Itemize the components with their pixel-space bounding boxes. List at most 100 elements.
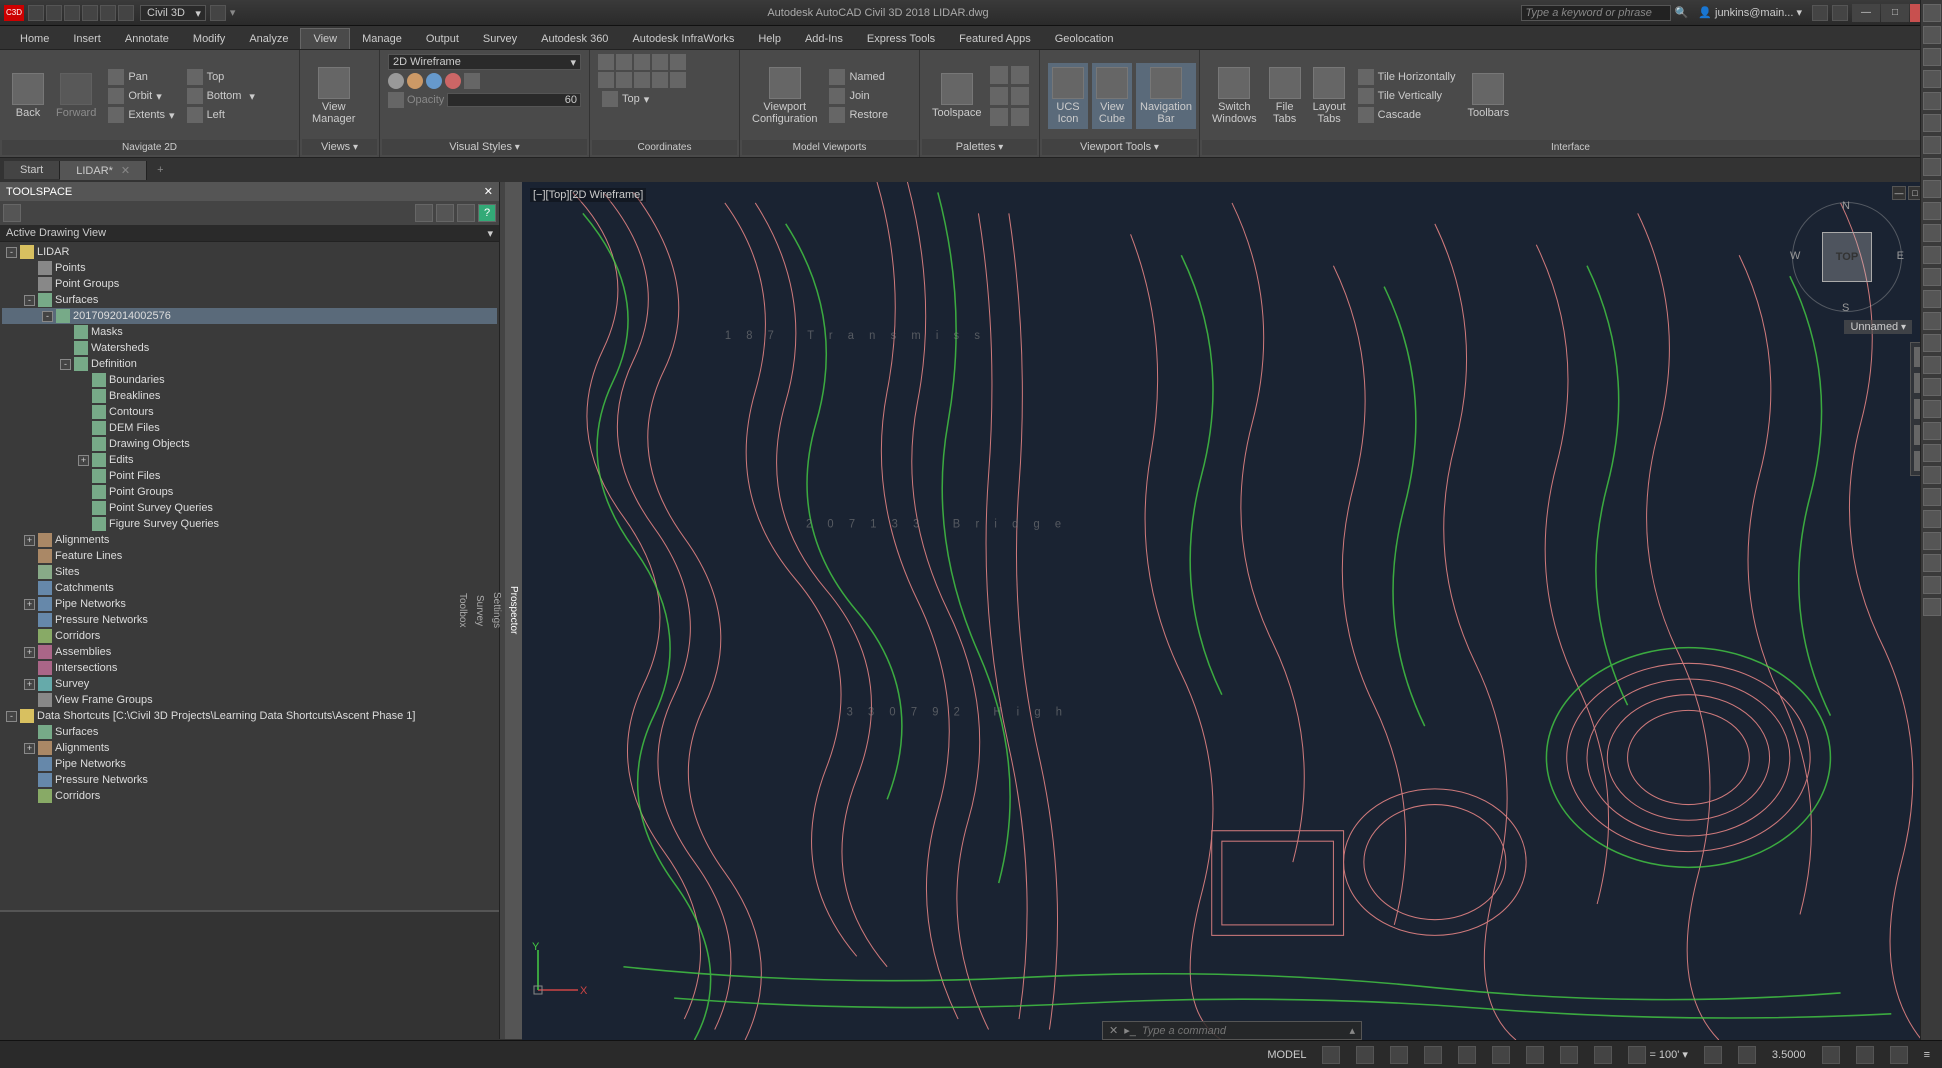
- navbar-button[interactable]: Navigation Bar: [1136, 63, 1196, 129]
- collapse-icon[interactable]: -: [6, 247, 17, 258]
- toolbars-button[interactable]: Toolbars: [1464, 69, 1514, 123]
- ribbon-tab-manage[interactable]: Manage: [350, 29, 414, 49]
- viewcube-menu[interactable]: Unnamed ▾: [1844, 320, 1912, 334]
- expand-icon[interactable]: +: [24, 743, 35, 754]
- ribbon-tab-express-tools[interactable]: Express Tools: [855, 29, 947, 49]
- view-manager-button[interactable]: View Manager: [308, 63, 359, 129]
- help-search-input[interactable]: Type a keyword or phrase: [1521, 5, 1671, 21]
- right-tool-icon-14[interactable]: [1923, 312, 1941, 330]
- workspace-dropdown[interactable]: Civil 3D: [140, 5, 206, 21]
- tree-node[interactable]: Drawing Objects: [2, 436, 497, 452]
- ucs-icon-3[interactable]: [634, 54, 650, 70]
- tree-node[interactable]: +Edits: [2, 452, 497, 468]
- tree-node[interactable]: Point Groups: [2, 276, 497, 292]
- status-scale[interactable]: = 100' ▾: [1624, 1046, 1691, 1064]
- viewport-config-button[interactable]: Viewport Configuration: [748, 63, 821, 129]
- status-menu-icon[interactable]: ≡: [1920, 1049, 1934, 1061]
- right-tool-icon-0[interactable]: [1923, 4, 1941, 22]
- palette-icon-1[interactable]: [990, 66, 1008, 84]
- palette-icon-5[interactable]: [990, 108, 1008, 126]
- tree-node[interactable]: Masks: [2, 324, 497, 340]
- right-tool-icon-5[interactable]: [1923, 114, 1941, 132]
- cmd-close-icon[interactable]: ✕: [1109, 1024, 1118, 1037]
- ribbon-tab-analyze[interactable]: Analyze: [237, 29, 300, 49]
- tree-node[interactable]: Sites: [2, 564, 497, 580]
- otrack-icon[interactable]: [1526, 1046, 1544, 1064]
- toolspace-tab-settings[interactable]: Settings: [488, 182, 505, 1040]
- opacity-icon[interactable]: [388, 92, 404, 108]
- ribbon-tab-modify[interactable]: Modify: [181, 29, 237, 49]
- viewport-label[interactable]: [−][Top][2D Wireframe]: [530, 188, 646, 202]
- status-model[interactable]: MODEL: [1263, 1049, 1310, 1061]
- exchange-icon[interactable]: [1812, 5, 1828, 21]
- collapse-icon[interactable]: -: [24, 295, 35, 306]
- tree-node[interactable]: Point Survey Queries: [2, 500, 497, 516]
- ribbon-tab-insert[interactable]: Insert: [61, 29, 113, 49]
- ucs-icon-6[interactable]: [598, 72, 614, 88]
- ribbon-tab-home[interactable]: Home: [8, 29, 61, 49]
- tree-node[interactable]: +Pipe Networks: [2, 596, 497, 612]
- qat-print-icon[interactable]: [118, 5, 134, 21]
- ribbon-tab-survey[interactable]: Survey: [471, 29, 529, 49]
- right-tool-icon-18[interactable]: [1923, 400, 1941, 418]
- app-logo[interactable]: C3D: [4, 5, 24, 21]
- tree-node[interactable]: +Assemblies: [2, 644, 497, 660]
- right-tool-icon-11[interactable]: [1923, 246, 1941, 264]
- clean-icon[interactable]: [1890, 1046, 1908, 1064]
- toolspace-tab-survey[interactable]: Survey: [471, 182, 488, 1040]
- swatch1-icon[interactable]: [388, 73, 404, 89]
- ucs-icon-4[interactable]: [652, 54, 668, 70]
- transparency-icon[interactable]: [1594, 1046, 1612, 1064]
- ortho-icon[interactable]: [1390, 1046, 1408, 1064]
- qat-undo-icon[interactable]: [82, 5, 98, 21]
- tree-node[interactable]: Surfaces: [2, 724, 497, 740]
- tree-node[interactable]: +Survey: [2, 676, 497, 692]
- compass-s[interactable]: S: [1842, 302, 1849, 314]
- cascade-button[interactable]: Cascade: [1354, 106, 1460, 124]
- qat-redo-icon[interactable]: [100, 5, 116, 21]
- right-tool-icon-16[interactable]: [1923, 356, 1941, 374]
- cmd-recent-icon[interactable]: ▴: [1349, 1024, 1355, 1037]
- command-line[interactable]: ✕ ▸_ ▴: [1102, 1021, 1362, 1040]
- compass-n[interactable]: N: [1842, 200, 1850, 212]
- swatch4-icon[interactable]: [445, 73, 461, 89]
- ucs-icon-8[interactable]: [634, 72, 650, 88]
- status-coord[interactable]: 3.5000: [1768, 1049, 1810, 1061]
- pan-button[interactable]: Pan: [104, 68, 178, 86]
- palette-icon-3[interactable]: [990, 87, 1008, 105]
- tile-vert-button[interactable]: Tile Vertically: [1354, 87, 1460, 105]
- right-tool-icon-22[interactable]: [1923, 488, 1941, 506]
- orbit-button[interactable]: Orbit ▾: [104, 87, 178, 105]
- command-input[interactable]: [1142, 1025, 1344, 1037]
- tile-horiz-button[interactable]: Tile Horizontally: [1354, 68, 1460, 86]
- right-tool-icon-26[interactable]: [1923, 576, 1941, 594]
- expand-icon[interactable]: +: [78, 455, 89, 466]
- ribbon-tab-add-ins[interactable]: Add-Ins: [793, 29, 855, 49]
- right-tool-icon-3[interactable]: [1923, 70, 1941, 88]
- toolspace-button[interactable]: Toolspace: [928, 69, 986, 123]
- qat-save-icon[interactable]: [64, 5, 80, 21]
- search-icon[interactable]: 🔍: [1675, 6, 1689, 19]
- tree-node[interactable]: Figure Survey Queries: [2, 516, 497, 532]
- workspace-icon[interactable]: [1738, 1046, 1756, 1064]
- file-tab[interactable]: Start: [4, 161, 60, 179]
- ts-tool-icon-2[interactable]: [415, 204, 433, 222]
- polar-icon[interactable]: [1424, 1046, 1442, 1064]
- tree-node[interactable]: -Data Shortcuts [C:\Civil 3D Projects\Le…: [2, 708, 497, 724]
- named-button[interactable]: Named: [825, 68, 892, 86]
- restore-button[interactable]: Restore: [825, 106, 892, 124]
- view-left-button[interactable]: Left: [183, 106, 246, 124]
- switch-windows-button[interactable]: Switch Windows: [1208, 63, 1261, 129]
- file-tab-add[interactable]: +: [147, 161, 173, 179]
- tree-node[interactable]: -LIDAR: [2, 244, 497, 260]
- right-tool-icon-21[interactable]: [1923, 466, 1941, 484]
- opacity-value[interactable]: 60: [447, 93, 581, 107]
- qat-open-icon[interactable]: [46, 5, 62, 21]
- right-tool-icon-15[interactable]: [1923, 334, 1941, 352]
- ucs-top-button[interactable]: Top ▾: [598, 90, 731, 108]
- toolspace-tab-toolbox[interactable]: Toolbox: [454, 182, 471, 1040]
- ribbon-tab-geolocation[interactable]: Geolocation: [1043, 29, 1126, 49]
- qat-share-icon[interactable]: [210, 5, 226, 21]
- extents-button[interactable]: Extents ▾: [104, 106, 178, 124]
- toolspace-view-dropdown[interactable]: Active Drawing View: [0, 225, 499, 242]
